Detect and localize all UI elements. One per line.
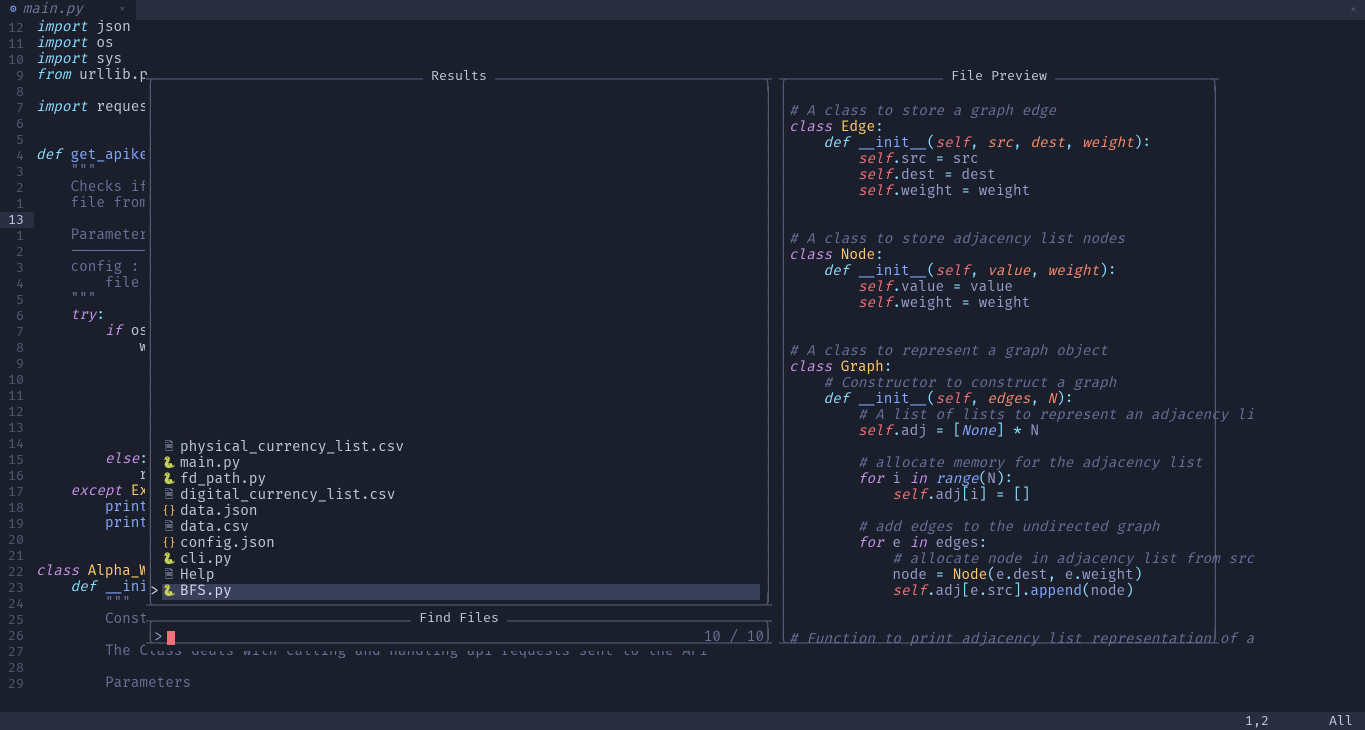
json-icon: {}	[162, 504, 176, 520]
results-item-label: cli.py	[180, 552, 232, 568]
csv-icon: 🗎	[162, 440, 176, 456]
results-item[interactable]: 🐍cli.py	[162, 552, 760, 568]
find-files-title: Find Files	[411, 610, 507, 626]
tab-filename: main.py	[23, 2, 83, 18]
prompt-icon: >	[154, 630, 163, 646]
cursor	[167, 631, 175, 645]
close-icon[interactable]: ×	[119, 2, 126, 18]
scroll-position: All	[1329, 713, 1353, 729]
results-item-label: BFS.py	[180, 584, 232, 600]
close-all-icon[interactable]: ×	[1350, 2, 1357, 18]
py-icon: 🐍	[162, 552, 176, 568]
results-item-label: fd_path.py	[180, 472, 266, 488]
results-item[interactable]: 🐍fd_path.py	[162, 472, 760, 488]
results-panel: ╭ ╮ ╰ ╯ ────────────────────────────────…	[145, 75, 773, 613]
find-files-input[interactable]: > 10 / 10	[154, 630, 764, 646]
cursor-position: 1,2	[1245, 713, 1269, 729]
results-item-label: data.json	[180, 504, 258, 520]
python-icon: ⚙	[10, 2, 17, 18]
statusline: 1,2 All	[0, 712, 1365, 730]
results-item[interactable]: 🗎data.csv	[162, 520, 760, 536]
py-icon: 🐍	[162, 584, 176, 600]
csv-icon: 🗎	[162, 520, 176, 536]
results-item[interactable]: 🗎physical_currency_list.csv	[162, 440, 760, 456]
results-item[interactable]: 🗎digital_currency_list.csv	[162, 488, 760, 504]
results-item-label: digital_currency_list.csv	[180, 488, 395, 504]
results-item-label: main.py	[180, 456, 240, 472]
tab-bar: ⚙ main.py × ×	[0, 0, 1365, 20]
file-preview-code: # A class to store a graph edgeclass Edg…	[789, 104, 1254, 648]
py-icon: 🐍	[162, 472, 176, 488]
results-title: Results	[423, 68, 495, 84]
json-icon: {}	[162, 536, 176, 552]
py-icon: 🐍	[162, 456, 176, 472]
results-item[interactable]: {}config.json	[162, 536, 760, 552]
csv-icon: 🗎	[162, 488, 176, 504]
results-item-label: Help	[180, 568, 214, 584]
editor-area[interactable]: 1211109876543211312345678910111213141516…	[0, 20, 1365, 712]
results-item-label: data.csv	[180, 520, 249, 536]
chevron-right-icon: >	[150, 584, 159, 600]
file-preview-panel: ╭ ╮ ╰ ╯ ────────────────────────────────…	[778, 75, 1220, 651]
results-list[interactable]: 🗎physical_currency_list.csv🐍main.py🐍fd_p…	[162, 440, 760, 600]
result-counter: 10 / 10	[704, 630, 764, 646]
results-item-label: config.json	[180, 536, 275, 552]
help-icon: 🗎	[162, 568, 176, 584]
results-item[interactable]: {}data.json	[162, 504, 760, 520]
results-item-label: physical_currency_list.csv	[180, 440, 404, 456]
results-item[interactable]: 🗎Help	[162, 568, 760, 584]
tab-main-py[interactable]: ⚙ main.py ×	[0, 0, 136, 20]
file-preview-title: File Preview	[943, 68, 1055, 84]
line-number-gutter: 1211109876543211312345678910111213141516…	[0, 20, 28, 692]
results-item[interactable]: > 🐍BFS.py	[162, 584, 760, 600]
results-item[interactable]: 🐍main.py	[162, 456, 760, 472]
find-files-panel: ╭ ╮ ╰ ╯ ────────────────────────────────…	[145, 617, 773, 651]
